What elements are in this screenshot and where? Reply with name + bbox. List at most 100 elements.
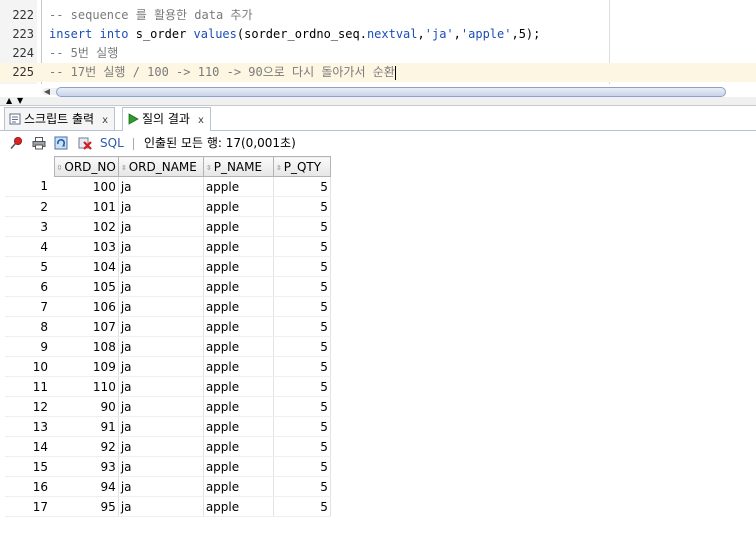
table-cell[interactable]: apple (203, 236, 274, 257)
sql-button[interactable]: SQL (100, 136, 124, 150)
table-cell[interactable]: apple (203, 376, 274, 397)
table-row[interactable]: 2 101 ja apple 5 (5, 196, 331, 217)
row-number[interactable]: 15 (5, 456, 54, 477)
table-cell[interactable]: 101 (54, 196, 119, 217)
table-row[interactable]: 17 95 ja apple 5 (5, 496, 331, 517)
table-cell[interactable]: apple (203, 416, 274, 437)
table-cell[interactable]: 104 (54, 256, 119, 277)
pane-splitter[interactable]: ▲ ▼ (0, 97, 756, 106)
table-cell[interactable]: apple (203, 496, 274, 517)
table-cell[interactable]: 5 (273, 336, 331, 357)
row-number[interactable]: 3 (5, 216, 54, 237)
close-icon[interactable]: x (102, 115, 108, 126)
table-cell[interactable]: ja (118, 296, 204, 317)
row-number[interactable]: 11 (5, 376, 54, 397)
table-cell[interactable]: 105 (54, 276, 119, 297)
table-cell[interactable]: ja (118, 256, 204, 277)
row-number[interactable]: 2 (5, 196, 54, 217)
table-cell[interactable]: apple (203, 336, 274, 357)
table-cell[interactable]: ja (118, 376, 204, 397)
table-cell[interactable]: ja (118, 456, 204, 477)
row-number[interactable]: 14 (5, 436, 54, 457)
table-cell[interactable]: 5 (273, 476, 331, 497)
table-cell[interactable]: apple (203, 436, 274, 457)
table-cell[interactable]: ja (118, 436, 204, 457)
row-number[interactable]: 4 (5, 236, 54, 257)
scrollbar-thumb[interactable] (56, 87, 726, 97)
code-line[interactable]: 223 insert into s_order values(sorder_ord… (0, 25, 756, 44)
table-cell[interactable]: apple (203, 176, 274, 197)
table-cell[interactable]: ja (118, 416, 204, 437)
table-cell[interactable]: 94 (54, 476, 119, 497)
table-row[interactable]: 1 100 ja apple 5 (5, 176, 331, 197)
table-row[interactable]: 9 108 ja apple 5 (5, 336, 331, 357)
table-cell[interactable]: apple (203, 356, 274, 377)
code-line[interactable]: 224 -- 5번 실행 (0, 44, 756, 63)
column-header[interactable]: ⇳ ORD_NO (53, 156, 119, 177)
table-cell[interactable]: apple (203, 276, 274, 297)
pin-icon[interactable] (9, 136, 23, 150)
table-cell[interactable]: 92 (54, 436, 119, 457)
table-cell[interactable]: 5 (273, 296, 331, 317)
table-cell[interactable]: 5 (273, 276, 331, 297)
tab-query-result[interactable]: 질의 결과 x (122, 107, 211, 131)
table-cell[interactable]: ja (118, 176, 204, 197)
row-number[interactable]: 12 (5, 396, 54, 417)
table-cell[interactable]: 5 (273, 316, 331, 337)
table-row[interactable]: 15 93 ja apple 5 (5, 456, 331, 477)
sql-editor[interactable]: 222 -- sequence 를 활용한 data 추가 223 insert in… (0, 0, 756, 84)
row-number[interactable]: 7 (5, 296, 54, 317)
table-cell[interactable]: 5 (273, 176, 331, 197)
table-row[interactable]: 3 102 ja apple 5 (5, 216, 331, 237)
table-cell[interactable]: 93 (54, 456, 119, 477)
table-cell[interactable]: ja (118, 336, 204, 357)
table-cell[interactable]: 91 (54, 416, 119, 437)
cancel-query-icon[interactable] (78, 136, 92, 150)
column-header[interactable]: ⇳ P_QTY (272, 156, 331, 177)
table-cell[interactable]: apple (203, 196, 274, 217)
table-cell[interactable]: 109 (54, 356, 119, 377)
table-cell[interactable]: 5 (273, 356, 331, 377)
table-cell[interactable]: apple (203, 476, 274, 497)
table-cell[interactable]: apple (203, 256, 274, 277)
row-number[interactable]: 6 (5, 276, 54, 297)
table-cell[interactable]: ja (118, 316, 204, 337)
row-number[interactable]: 17 (5, 496, 54, 517)
table-row[interactable]: 7 106 ja apple 5 (5, 296, 331, 317)
table-row[interactable]: 10 109 ja apple 5 (5, 356, 331, 377)
table-cell[interactable]: 5 (273, 236, 331, 257)
code-line[interactable]: 222 -- sequence 를 활용한 data 추가 (0, 6, 756, 25)
query-result-grid[interactable]: ⇳ ORD_NO ⇳ ORD_NAME ⇳ P_NAME ⇳ P_QTY 1 100 ja a… (5, 156, 331, 517)
table-cell[interactable]: 5 (273, 496, 331, 517)
table-cell[interactable]: apple (203, 396, 274, 417)
scroll-left-icon[interactable]: ◀ (42, 86, 52, 97)
table-row[interactable]: 13 91 ja apple 5 (5, 416, 331, 437)
row-number[interactable]: 9 (5, 336, 54, 357)
table-cell[interactable]: ja (118, 496, 204, 517)
table-row[interactable]: 11 110 ja apple 5 (5, 376, 331, 397)
table-cell[interactable]: 106 (54, 296, 119, 317)
table-row[interactable]: 14 92 ja apple 5 (5, 436, 331, 457)
table-cell[interactable]: apple (203, 316, 274, 337)
table-cell[interactable]: ja (118, 396, 204, 417)
table-cell[interactable]: 95 (54, 496, 119, 517)
table-cell[interactable]: 102 (54, 216, 119, 237)
column-header[interactable]: ⇳ ORD_NAME (117, 156, 204, 177)
table-cell[interactable]: 5 (273, 256, 331, 277)
table-cell[interactable]: 5 (273, 416, 331, 437)
row-number[interactable]: 16 (5, 476, 54, 497)
row-number[interactable]: 8 (5, 316, 54, 337)
collapse-up-icon[interactable]: ▲ (6, 97, 12, 105)
table-cell[interactable]: apple (203, 216, 274, 237)
table-cell[interactable]: ja (118, 476, 204, 497)
table-cell[interactable]: 107 (54, 316, 119, 337)
editor-horizontal-scrollbar[interactable]: ◀ (42, 86, 726, 97)
table-cell[interactable]: 5 (273, 436, 331, 457)
column-header[interactable]: ⇳ P_NAME (202, 156, 274, 177)
row-number[interactable]: 1 (5, 176, 54, 197)
row-number[interactable]: 5 (5, 256, 54, 277)
table-cell[interactable]: 108 (54, 336, 119, 357)
table-cell[interactable]: 100 (54, 176, 119, 197)
table-cell[interactable]: 5 (273, 376, 331, 397)
table-row[interactable]: 16 94 ja apple 5 (5, 476, 331, 497)
